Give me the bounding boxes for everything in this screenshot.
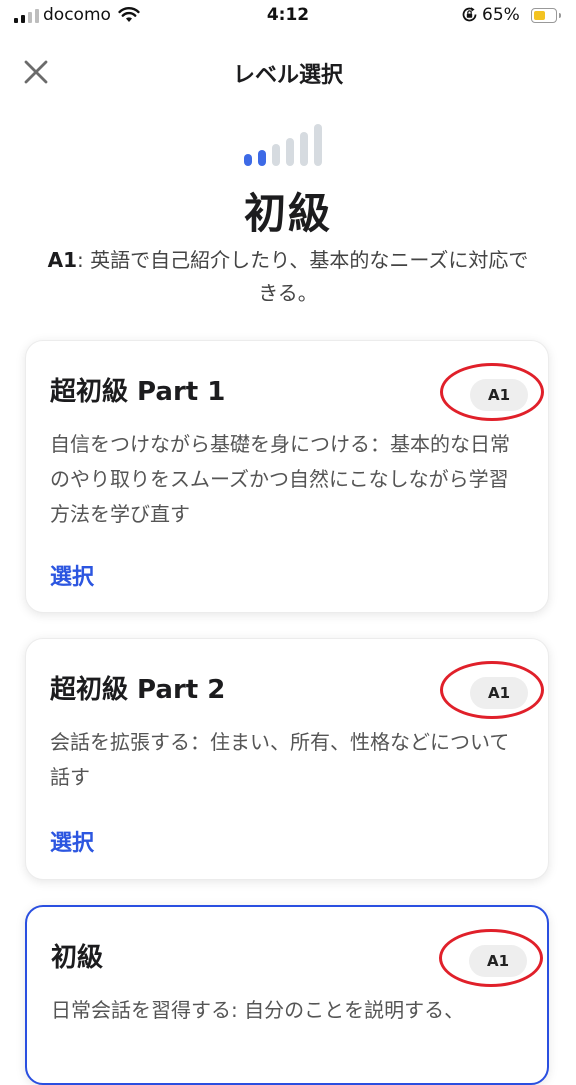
level-description-text: : 英語で自己紹介したり、基本的なニーズに対応できる。 — [77, 248, 529, 305]
course-description: 会話を拡張する：住まい、所有、性格などについて話す — [50, 730, 510, 789]
course-card[interactable]: 超初級 Part 2 A1 会話を拡張する：住まい、所有、性格などについて話す … — [25, 638, 549, 880]
level-bar — [286, 138, 294, 166]
level-badge: A1 — [440, 363, 552, 425]
badge-label: A1 — [470, 677, 528, 709]
select-button[interactable]: 選択 — [50, 559, 94, 591]
badge-label: A1 — [469, 945, 527, 977]
battery-icon — [531, 8, 561, 23]
page-title: レベル選択 — [232, 63, 343, 88]
level-code: A1 — [47, 248, 78, 272]
select-button[interactable]: 選択 — [50, 825, 94, 857]
course-title: 超初級 Part 1 — [50, 377, 226, 407]
level-bar — [244, 154, 252, 166]
level-bars-icon — [244, 124, 322, 166]
course-card-selected[interactable]: 初級 A1 日常会話を習得する: 自分のことを説明する、 — [25, 905, 549, 1085]
course-description: 日常会話を習得する: 自分のことを説明する、 — [51, 998, 465, 1022]
status-bar: docomo 4:12 65% — [0, 0, 576, 34]
course-title: 超初級 Part 2 — [50, 675, 226, 705]
level-bar — [314, 124, 322, 166]
course-description: 自信をつけながら基礎を身につける：基本的な日常のやり取りをスムーズかつ自然にこな… — [50, 432, 510, 526]
level-description: A1: 英語で自己紹介したり、基本的なニーズに対応できる。 — [40, 244, 536, 310]
battery-percent: 65% — [482, 5, 520, 25]
badge-label: A1 — [470, 379, 528, 411]
course-title: 初級 — [51, 943, 104, 973]
level-badge: A1 — [439, 929, 551, 991]
level-badge: A1 — [440, 661, 552, 723]
level-bar — [272, 144, 280, 166]
rotation-lock-icon — [462, 7, 477, 22]
level-bar — [258, 150, 266, 166]
level-name: 初級 — [243, 189, 332, 238]
course-card[interactable]: 超初級 Part 1 A1 自信をつけながら基礎を身につける：基本的な日常のやり… — [25, 340, 549, 613]
level-bar — [300, 132, 308, 166]
